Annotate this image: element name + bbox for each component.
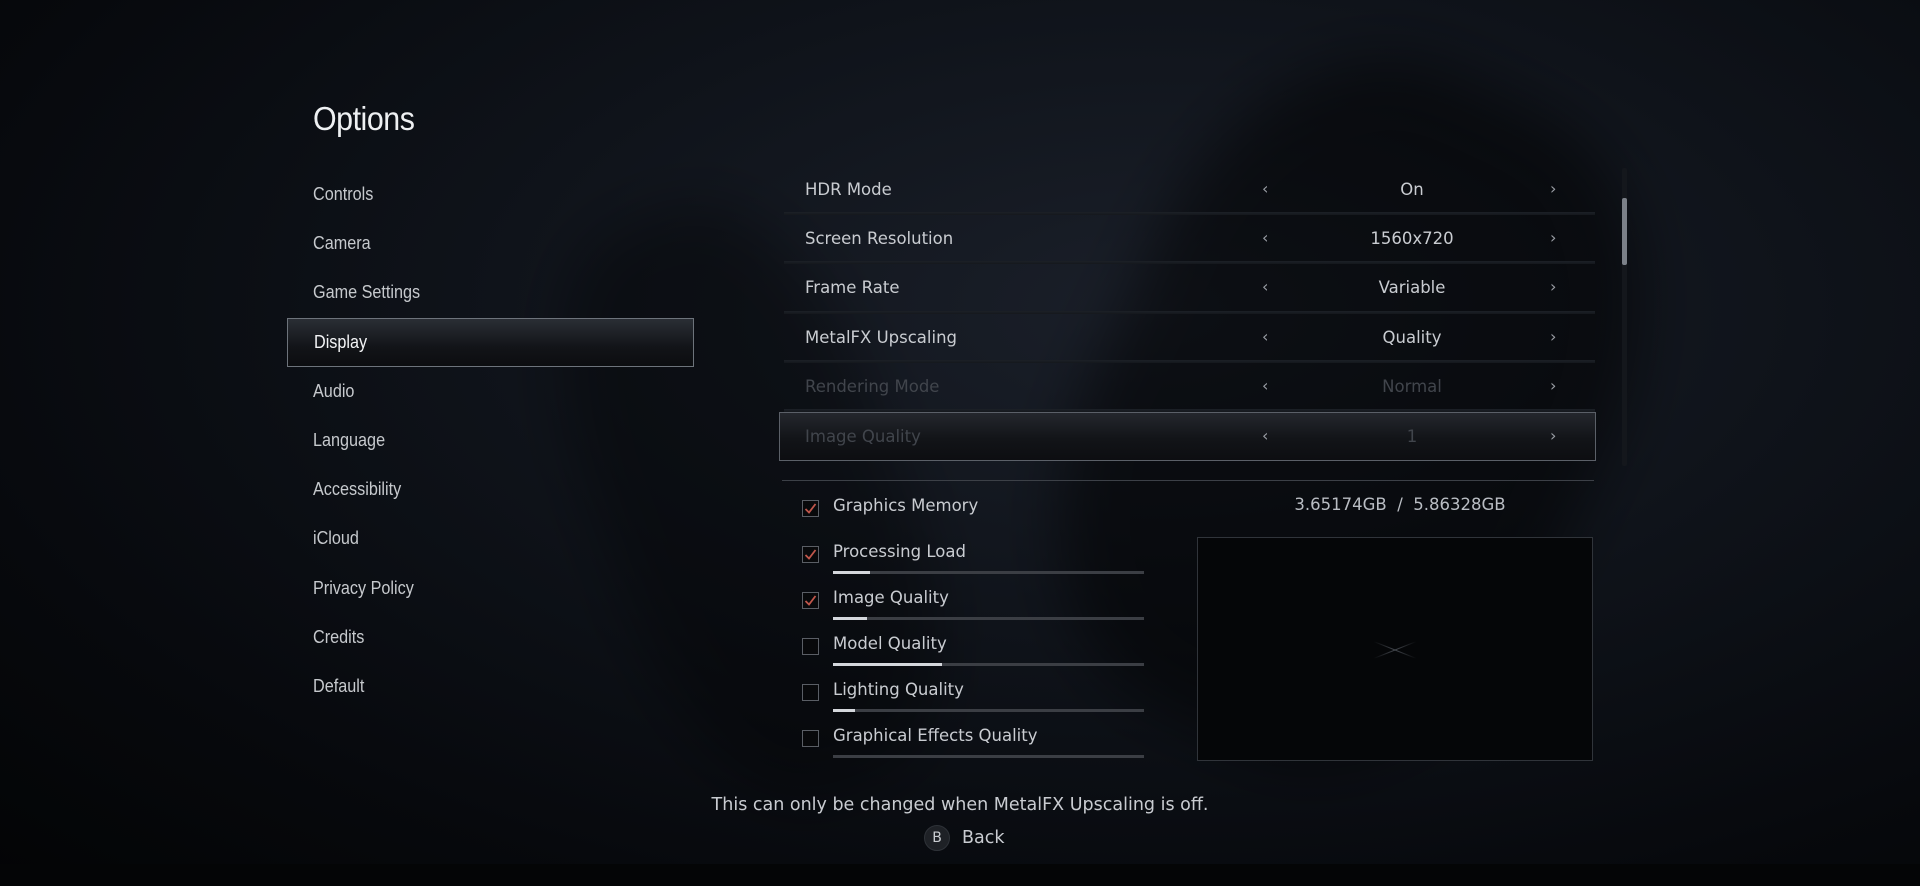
monitor-item-model-quality[interactable]: Model Quality [800,628,1160,668]
hint-message: This can only be changed when MetalFX Up… [711,795,1209,815]
setting-label: Rendering Mode [805,376,940,396]
image-quality-preview [1197,537,1593,761]
scrollbar-thumb[interactable] [1622,198,1627,265]
chevron-right-icon[interactable]: › [1550,426,1556,445]
load-bar-fill [833,663,942,666]
chevron-right-icon[interactable]: › [1550,277,1556,296]
load-bar [833,571,1144,574]
checkbox[interactable] [802,500,819,517]
setting-label: Image Quality [805,426,921,446]
sidebar-item-label: Audio [313,380,355,401]
monitor-item-label: Graphics Memory [833,496,979,515]
monitor-item-lighting-quality[interactable]: Lighting Quality [800,674,1160,714]
chevron-left-icon[interactable]: ‹ [1262,376,1268,395]
setting-value: Variable [1378,278,1446,298]
sidebar-item-label: Privacy Policy [313,577,414,598]
monitor-item-label: Image Quality [833,588,949,607]
checkbox[interactable] [802,684,819,701]
chevron-right-icon[interactable]: › [1550,376,1556,395]
setting-label: Screen Resolution [805,229,954,249]
setting-row-frame-rate[interactable]: Frame Rate ‹ Variable › [780,264,1595,314]
sidebar-item-icloud[interactable]: iCloud [287,514,694,563]
monitor-item-label: Lighting Quality [833,680,964,699]
setting-value: On [1400,180,1424,199]
chevron-right-icon[interactable]: › [1550,327,1556,346]
back-button[interactable]: B Back [924,824,1005,852]
b-button-icon: B [924,825,950,851]
setting-value: Normal [1382,376,1442,396]
sidebar-item-controls[interactable]: Controls [287,170,694,219]
memory-used: 3.65174GB [1294,495,1387,514]
sidebar-item-display[interactable]: Display [287,317,694,367]
sidebar-item-label: Credits [313,626,365,647]
checkbox[interactable] [802,638,819,655]
checkmark-icon [804,595,817,606]
chevron-left-icon[interactable]: ‹ [1262,426,1268,445]
settings-scrollbar[interactable] [1622,168,1627,466]
load-bar [833,709,1144,712]
sidebar-item-accessibility[interactable]: Accessibility [287,465,694,514]
setting-row-metalfx-upscaling[interactable]: MetalFX Upscaling ‹ Quality › [780,314,1595,363]
setting-value: Quality [1382,327,1442,347]
back-label: Back [962,828,1005,848]
setting-label: MetalFX Upscaling [805,327,958,347]
load-bar-fill [833,617,868,620]
sidebar-item-label: Default [313,675,365,696]
setting-row-image-quality[interactable]: Image Quality ‹ 1 › [779,411,1596,462]
monitor-item-label: Graphical Effects Quality [833,726,1038,745]
sidebar-item-label: Language [313,430,386,451]
page-title: Options [313,100,415,137]
monitor-item-label: Processing Load [833,542,966,561]
monitor-item-label: Model Quality [833,634,947,653]
sidebar-item-default[interactable]: Default [287,662,694,711]
preview-placeholder-icon [1364,637,1426,663]
setting-value: 1 [1406,426,1418,446]
monitor-item-image-quality[interactable]: Image Quality [800,582,1160,622]
setting-row-rendering-mode[interactable]: Rendering Mode ‹ Normal › [780,363,1595,413]
load-bar-fill [833,571,871,574]
sidebar-item-label: iCloud [313,528,359,549]
chevron-left-icon[interactable]: ‹ [1262,179,1268,198]
checkbox[interactable] [802,730,819,747]
sidebar-item-language[interactable]: Language [287,416,694,465]
sidebar-item-label: Accessibility [313,479,402,500]
setting-row-screen-resolution[interactable]: Screen Resolution ‹ 1560x720 › [780,215,1595,265]
chevron-left-icon[interactable]: ‹ [1262,277,1268,296]
load-bar [833,755,1144,758]
sidebar-item-game-settings[interactable]: Game Settings [287,268,694,317]
load-bar-fill [833,709,855,712]
chevron-right-icon[interactable]: › [1550,179,1556,198]
setting-value: 1560x720 [1370,229,1454,249]
monitor-item-graphics-memory[interactable]: Graphics Memory [800,490,1160,530]
checkmark-icon [804,503,817,514]
load-bar [833,617,1144,620]
sidebar-menu: Controls Camera Game Settings Display Au… [287,170,694,711]
chevron-right-icon[interactable]: › [1550,228,1556,247]
setting-row-hdr-mode[interactable]: HDR Mode ‹ On › [780,166,1595,216]
graphics-memory-readout: 3.65174GB / 5.86328GB [1180,495,1620,514]
sidebar-item-label: Controls [313,184,374,205]
load-bar [833,663,1144,666]
chevron-left-icon[interactable]: ‹ [1262,327,1268,346]
monitor-item-graphical-effects-quality[interactable]: Graphical Effects Quality [800,720,1160,760]
bottom-strip [0,864,1920,886]
sidebar-item-label: Camera [313,233,371,254]
setting-label: HDR Mode [805,180,892,199]
monitor-item-processing-load[interactable]: Processing Load [800,536,1160,576]
section-divider [782,480,1594,481]
sidebar-item-audio[interactable]: Audio [287,367,694,416]
memory-total: 5.86328GB [1413,495,1506,514]
sidebar-item-label: Display [314,331,368,352]
sidebar-item-privacy-policy[interactable]: Privacy Policy [287,564,694,613]
sidebar-item-label: Game Settings [313,282,421,303]
display-settings-list: HDR Mode ‹ On › Screen Resolution ‹ 1560… [779,166,1596,462]
checkbox[interactable] [802,592,819,609]
setting-label: Frame Rate [805,278,900,298]
sidebar-item-camera[interactable]: Camera [287,219,694,268]
memory-separator: / [1397,495,1403,514]
sidebar-item-credits[interactable]: Credits [287,613,694,662]
checkbox[interactable] [802,546,819,563]
chevron-left-icon[interactable]: ‹ [1262,228,1268,247]
checkmark-icon [804,549,817,560]
